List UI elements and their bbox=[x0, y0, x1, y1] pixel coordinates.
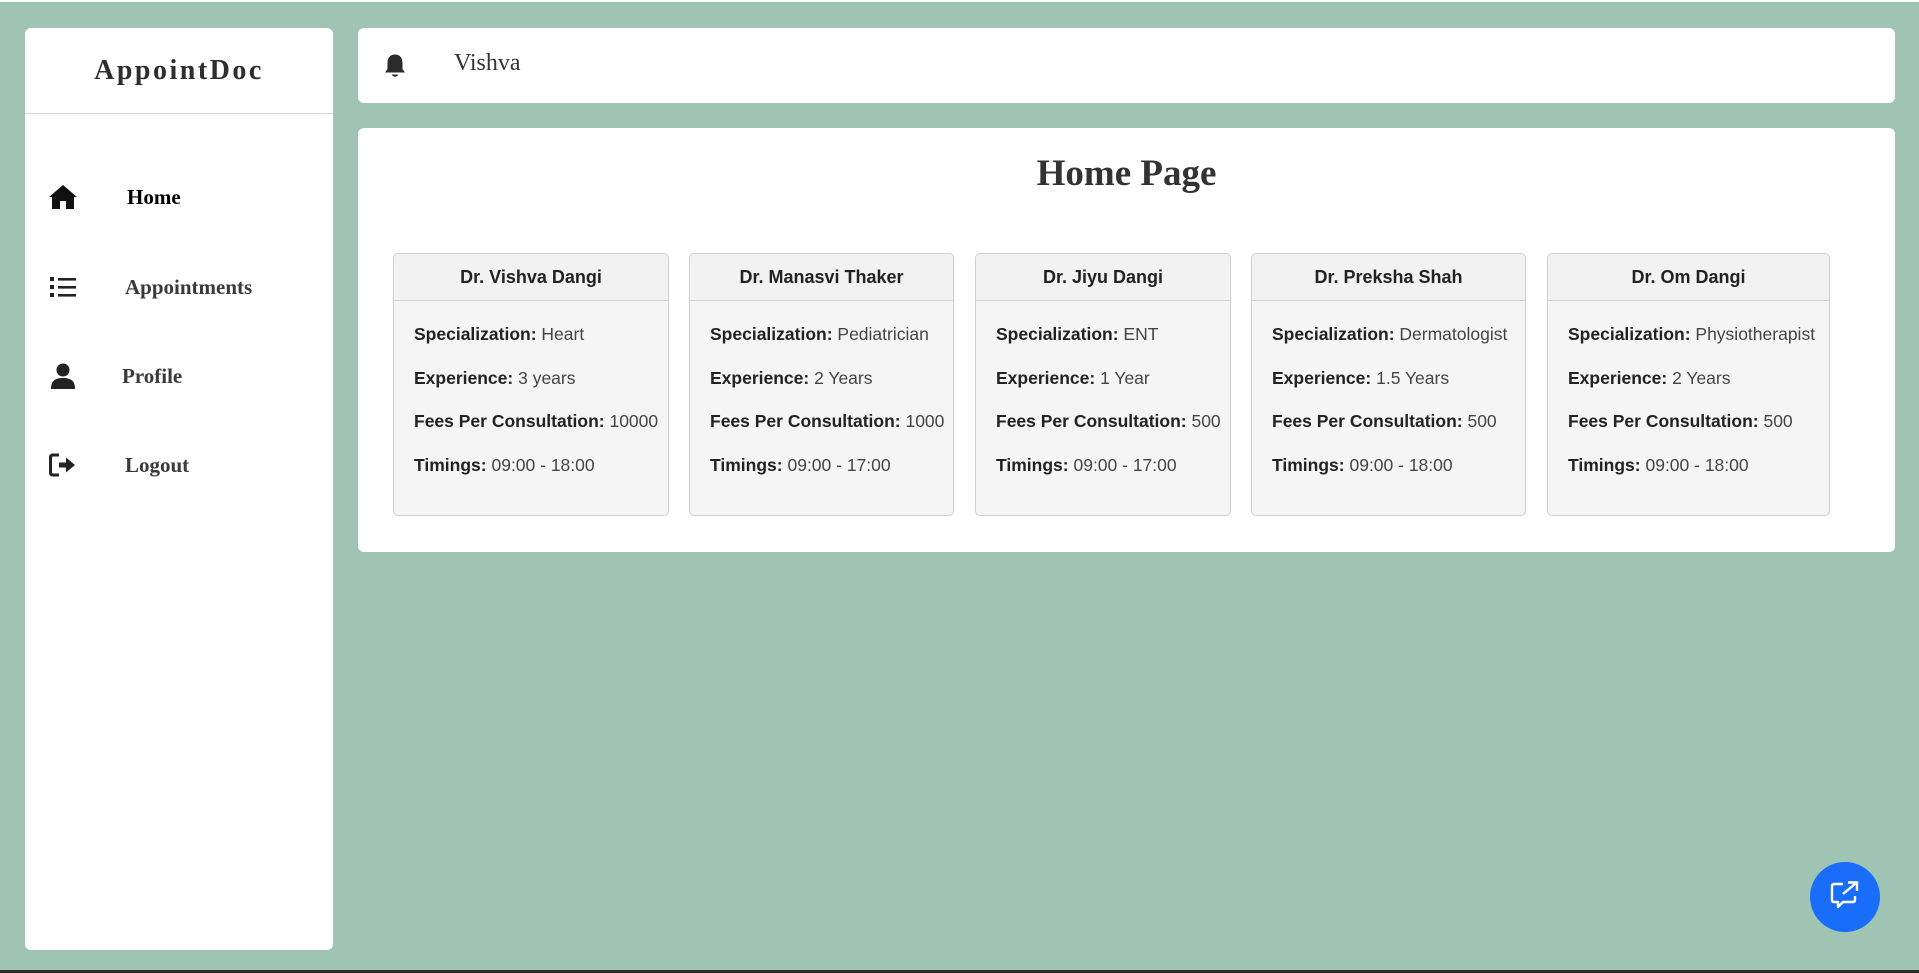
doctor-card[interactable]: Dr. Manasvi Thaker Specialization: Pedia… bbox=[689, 253, 954, 516]
field-label: Specialization: bbox=[414, 324, 537, 344]
app-logo: AppointDoc bbox=[25, 28, 333, 114]
field-label: Specialization: bbox=[1272, 324, 1395, 344]
user-icon bbox=[47, 360, 79, 392]
fees-value: 10000 bbox=[609, 411, 659, 431]
timings-row: Timings: 09:00 - 17:00 bbox=[996, 454, 1230, 476]
doctor-name: Dr. Preksha Shah bbox=[1252, 254, 1525, 301]
field-label: Experience: bbox=[1272, 367, 1372, 388]
field-label: Timings: bbox=[710, 454, 783, 475]
doctor-name: Dr. Jiyu Dangi bbox=[976, 254, 1230, 301]
sidebar-item-logout[interactable]: Logout bbox=[25, 435, 333, 495]
page-title: Home Page bbox=[1036, 153, 1217, 194]
bell-icon[interactable] bbox=[381, 52, 409, 80]
top-header: Vishva bbox=[358, 28, 1895, 103]
experience-value: 1 Year bbox=[1100, 367, 1150, 388]
doctor-card[interactable]: Dr. Om Dangi Specialization: Physiothera… bbox=[1547, 253, 1830, 516]
field-label: Experience: bbox=[710, 367, 810, 388]
top-strip bbox=[0, 0, 1919, 2]
logout-icon bbox=[47, 449, 79, 481]
doctor-name: Dr. Om Dangi bbox=[1548, 254, 1829, 301]
specialization-row: Specialization: Pediatrician bbox=[710, 323, 953, 345]
experience-value: 2 Years bbox=[814, 367, 873, 388]
sidebar-item-label: Logout bbox=[125, 452, 190, 477]
field-label: Specialization: bbox=[710, 324, 833, 344]
chat-icon bbox=[1829, 880, 1861, 915]
doctor-card[interactable]: Dr. Jiyu Dangi Specialization: ENT Exper… bbox=[975, 253, 1231, 516]
field-label: Timings: bbox=[1272, 454, 1345, 475]
sidebar: AppointDoc Home Appointments Profile Log… bbox=[25, 28, 333, 950]
timings-row: Timings: 09:00 - 18:00 bbox=[1568, 454, 1829, 476]
doctor-card[interactable]: Dr. Vishva Dangi Specialization: Heart E… bbox=[393, 253, 669, 516]
field-label: Fees Per Consultation: bbox=[710, 411, 901, 431]
sidebar-item-home[interactable]: Home bbox=[25, 167, 333, 227]
specialization-row: Specialization: Physiotherapist bbox=[1568, 323, 1829, 345]
fees-value: 1000 bbox=[905, 411, 945, 431]
field-label: Timings: bbox=[996, 454, 1069, 475]
fees-row: Fees Per Consultation: 1000 bbox=[710, 410, 953, 432]
field-label: Fees Per Consultation: bbox=[1568, 411, 1759, 431]
user-name[interactable]: Vishva bbox=[454, 50, 521, 77]
timings-value: 09:00 - 17:00 bbox=[787, 454, 891, 475]
doctor-name: Dr. Manasvi Thaker bbox=[690, 254, 953, 301]
sidebar-item-profile[interactable]: Profile bbox=[25, 346, 333, 406]
field-label: Experience: bbox=[996, 367, 1096, 388]
timings-value: 09:00 - 18:00 bbox=[1349, 454, 1453, 475]
timings-value: 09:00 - 17:00 bbox=[1073, 454, 1177, 475]
experience-value: 1.5 Years bbox=[1376, 367, 1450, 388]
sidebar-item-appointments[interactable]: Appointments bbox=[25, 257, 333, 317]
field-label: Fees Per Consultation: bbox=[1272, 411, 1463, 431]
experience-row: Experience: 3 years bbox=[414, 367, 668, 389]
experience-value: 2 Years bbox=[1672, 367, 1731, 388]
experience-row: Experience: 1.5 Years bbox=[1272, 367, 1525, 389]
sidebar-item-label: Appointments bbox=[125, 274, 253, 299]
fees-row: Fees Per Consultation: 500 bbox=[1568, 410, 1829, 432]
specialization-row: Specialization: Dermatologist bbox=[1272, 323, 1525, 345]
specialization-value: Pediatrician bbox=[837, 324, 929, 344]
fees-value: 500 bbox=[1467, 411, 1497, 431]
field-label: Timings: bbox=[1568, 454, 1641, 475]
sidebar-item-label: Home bbox=[127, 184, 181, 209]
specialization-value: ENT bbox=[1123, 324, 1159, 344]
timings-row: Timings: 09:00 - 17:00 bbox=[710, 454, 953, 476]
timings-row: Timings: 09:00 - 18:00 bbox=[414, 454, 668, 476]
experience-row: Experience: 2 Years bbox=[1568, 367, 1829, 389]
fees-value: 500 bbox=[1191, 411, 1221, 431]
specialization-value: Heart bbox=[541, 324, 585, 344]
doctor-card[interactable]: Dr. Preksha Shah Specialization: Dermato… bbox=[1251, 253, 1526, 516]
chat-button[interactable] bbox=[1810, 862, 1880, 932]
field-label: Experience: bbox=[414, 367, 514, 388]
doctor-name: Dr. Vishva Dangi bbox=[394, 254, 668, 301]
main-content: Home Page Dr. Vishva Dangi Specializatio… bbox=[358, 128, 1895, 552]
home-icon bbox=[47, 181, 79, 213]
experience-row: Experience: 1 Year bbox=[996, 367, 1230, 389]
timings-value: 09:00 - 18:00 bbox=[491, 454, 595, 475]
field-label: Timings: bbox=[414, 454, 487, 475]
list-icon bbox=[47, 271, 79, 303]
field-label: Fees Per Consultation: bbox=[996, 411, 1187, 431]
fees-row: Fees Per Consultation: 500 bbox=[996, 410, 1230, 432]
field-label: Fees Per Consultation: bbox=[414, 411, 605, 431]
experience-value: 3 years bbox=[518, 367, 576, 388]
specialization-value: Physiotherapist bbox=[1695, 324, 1816, 344]
timings-value: 09:00 - 18:00 bbox=[1645, 454, 1749, 475]
fees-row: Fees Per Consultation: 10000 bbox=[414, 410, 668, 432]
fees-row: Fees Per Consultation: 500 bbox=[1272, 410, 1525, 432]
experience-row: Experience: 2 Years bbox=[710, 367, 953, 389]
field-label: Experience: bbox=[1568, 367, 1668, 388]
field-label: Specialization: bbox=[996, 324, 1119, 344]
field-label: Specialization: bbox=[1568, 324, 1691, 344]
sidebar-item-label: Profile bbox=[122, 363, 183, 388]
fees-value: 500 bbox=[1763, 411, 1793, 431]
specialization-row: Specialization: Heart bbox=[414, 323, 668, 345]
timings-row: Timings: 09:00 - 18:00 bbox=[1272, 454, 1525, 476]
specialization-row: Specialization: ENT bbox=[996, 323, 1230, 345]
specialization-value: Dermatologist bbox=[1399, 324, 1508, 344]
